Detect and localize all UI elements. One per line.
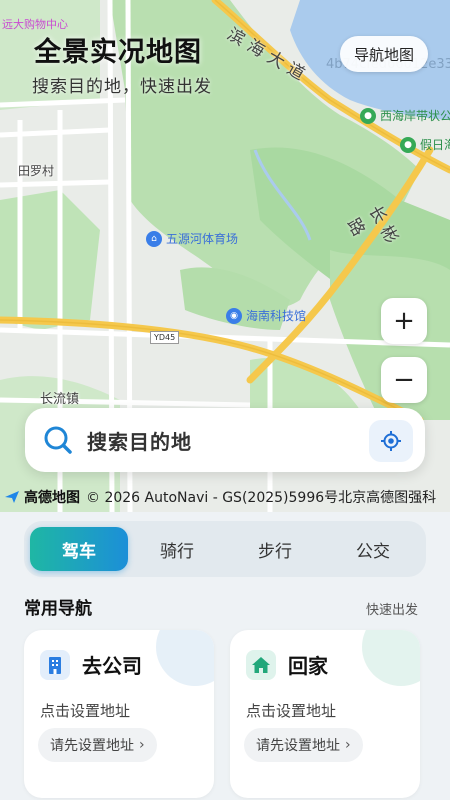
card-title: 回家 <box>288 654 328 678</box>
zoom-out-button[interactable]: − <box>381 357 427 403</box>
card-description: 点击设置地址 <box>40 702 131 720</box>
tab-drive[interactable]: 驾车 <box>30 527 128 571</box>
quick-start-link[interactable]: 快速出发 <box>366 599 418 618</box>
card-decoration <box>362 630 420 686</box>
page-title: 全景实况地图 <box>34 37 202 68</box>
poi-museum[interactable]: ◉ 海南科技馆 <box>226 307 306 324</box>
copyright-text: © 2026 AutoNavi - GS(2025)5996号北京高德图强科 <box>86 490 437 506</box>
zoom-in-button[interactable]: + <box>381 298 427 344</box>
page-subtitle: 搜索目的地，快速出发 <box>32 77 212 97</box>
home-icon <box>246 650 276 680</box>
set-address-label: 请先设置地址 <box>256 738 340 754</box>
card-decoration <box>156 630 214 686</box>
map-attribution: 高德地图 © 2026 AutoNavi - GS(2025)5996号北京高德… <box>4 487 436 507</box>
office-building-icon <box>40 650 70 680</box>
amap-logo-icon <box>5 491 19 503</box>
tab-bus[interactable]: 公交 <box>324 527 422 571</box>
card-title: 去公司 <box>82 654 142 678</box>
poi-museum-label: 海南科技馆 <box>246 309 307 323</box>
poi-stadium[interactable]: ⌂ 五源河体育场 <box>146 230 238 247</box>
tab-walk[interactable]: 步行 <box>226 527 324 571</box>
nav-map-button[interactable]: 导航地图 <box>340 36 428 72</box>
poi-park-holiday[interactable]: ● 假日海 <box>400 136 450 153</box>
poi-stadium-label: 五源河体育场 <box>166 232 239 246</box>
poi-park-west[interactable]: ● 西海岸带状公 <box>360 107 450 124</box>
chevron-right-icon: › <box>139 737 145 753</box>
section-title: 常用导航 <box>24 599 92 619</box>
museum-icon: ◉ <box>226 307 242 324</box>
card-description: 点击设置地址 <box>246 702 337 720</box>
bottom-panel: 驾车 骑行 步行 公交 常用导航 快速出发 去公司 点击设置地址 请先设置地址 … <box>0 512 450 800</box>
chevron-right-icon: › <box>345 737 351 753</box>
locate-button[interactable] <box>369 420 413 462</box>
park-icon: ● <box>400 136 416 153</box>
amap-logo-text: 高德地图 <box>24 490 80 506</box>
search-placeholder: 搜索目的地 <box>87 429 192 454</box>
tab-ride[interactable]: 骑行 <box>128 527 226 571</box>
amap-logo: 高德地图 <box>4 487 80 507</box>
set-address-button[interactable]: 请先设置地址 › <box>244 728 363 762</box>
card-go-home[interactable]: 回家 点击设置地址 请先设置地址 › <box>230 630 420 798</box>
road-shield: YD45 <box>150 331 180 344</box>
set-address-button[interactable]: 请先设置地址 › <box>38 728 157 762</box>
map-label-tianluo: 田罗村 <box>18 164 55 178</box>
map-label-changliu: 长流镇 <box>40 392 80 407</box>
poi-park-west-label: 西海岸带状公 <box>380 109 450 123</box>
poi-park-holiday-label: 假日海 <box>420 138 450 152</box>
travel-mode-tabs: 驾车 骑行 步行 公交 <box>24 521 426 577</box>
set-address-label: 请先设置地址 <box>50 738 134 754</box>
card-go-office[interactable]: 去公司 点击设置地址 请先设置地址 › <box>24 630 214 798</box>
map-view[interactable]: 远大购物中心 全景实况地图 搜索目的地，快速出发 4b74cfed66012e3… <box>0 0 450 512</box>
search-bar[interactable]: 搜索目的地 <box>25 408 425 472</box>
locate-icon <box>381 431 401 451</box>
park-icon: ● <box>360 107 376 124</box>
search-icon <box>44 426 72 454</box>
stadium-icon: ⌂ <box>146 230 162 247</box>
